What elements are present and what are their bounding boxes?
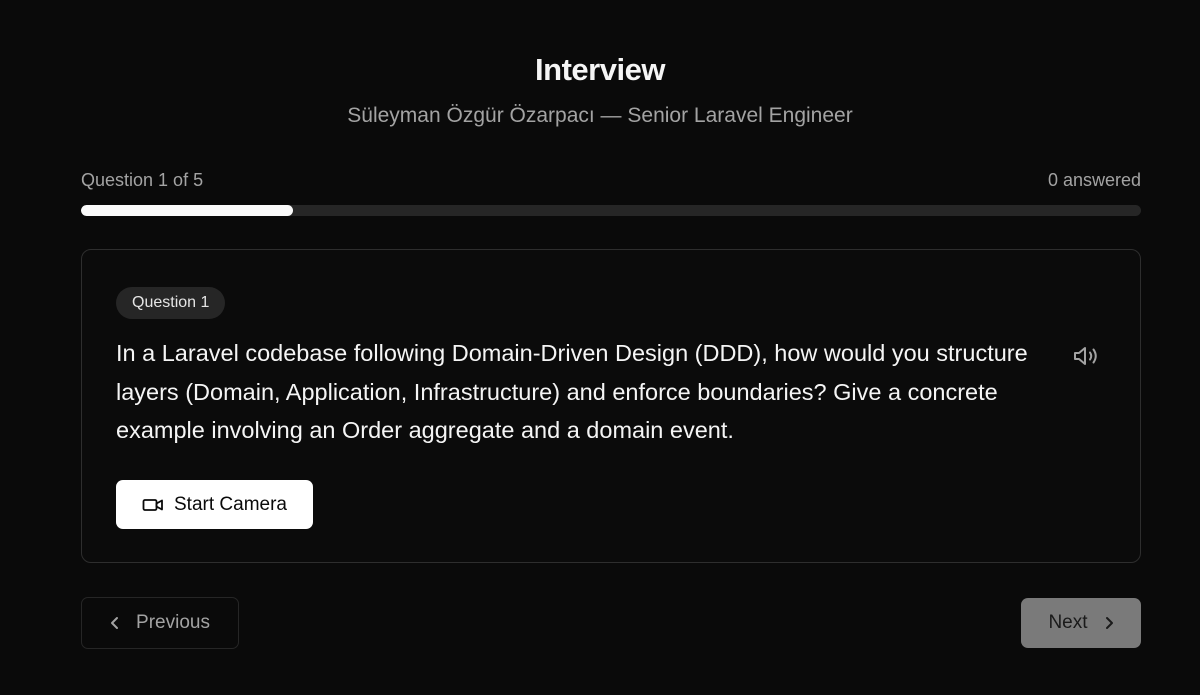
answered-count: 0 answered [1047, 170, 1141, 190]
progress-fill [81, 205, 293, 216]
start-camera-button[interactable]: Start Camera [116, 480, 313, 529]
question-card: Question 1 In a Laravel codebase followi… [81, 249, 1141, 563]
question-counter: Question 1 of 5 [81, 170, 204, 190]
chevron-left-icon [110, 615, 120, 631]
next-button[interactable]: Next [1021, 598, 1141, 648]
question-text: In a Laravel codebase following Domain-D… [116, 340, 1028, 443]
chevron-right-icon [1104, 615, 1114, 631]
volume-icon[interactable] [1070, 342, 1102, 370]
progress-bar [81, 205, 1141, 216]
interview-page: Interview Süleyman Özgür Özarpacı — Seni… [0, 0, 1200, 695]
previous-button[interactable]: Previous [81, 597, 239, 649]
video-camera-icon [142, 497, 164, 513]
previous-label: Previous [136, 612, 210, 633]
next-label: Next [1048, 612, 1088, 633]
page-title: Interview [535, 52, 665, 87]
question-badge: Question 1 [116, 287, 226, 319]
start-camera-label: Start Camera [174, 493, 287, 515]
page-subtitle: Süleyman Özgür Özarpacı — Senior Laravel… [347, 104, 853, 127]
